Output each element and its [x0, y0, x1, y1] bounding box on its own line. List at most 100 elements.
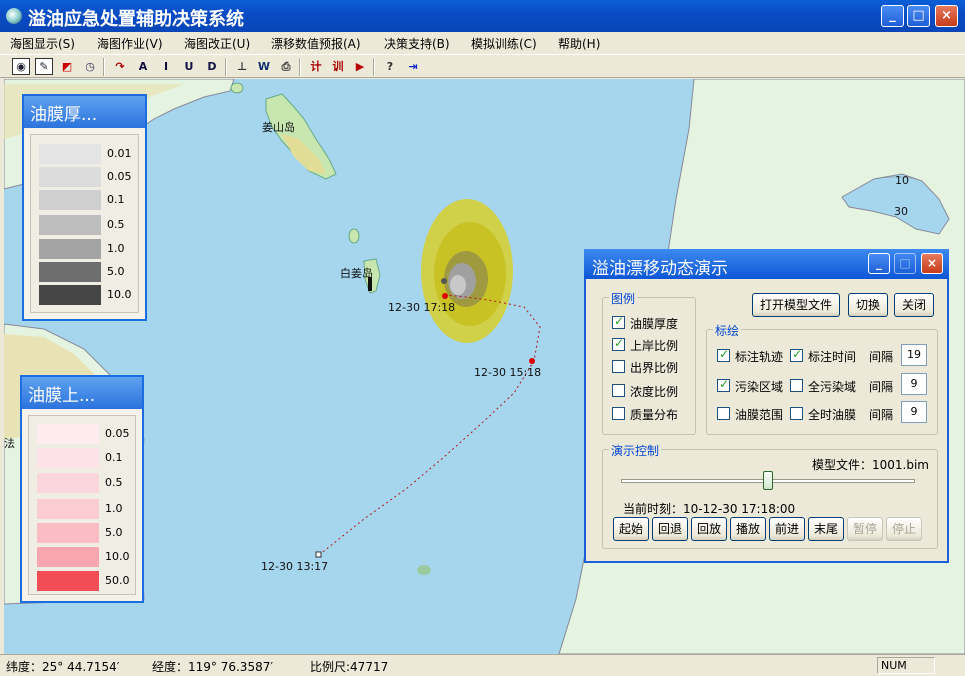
checkbox-box[interactable]: [612, 384, 625, 397]
drift-demo-dialog[interactable]: 溢油漂移动态演示 _ □ × 图例 油膜厚度 上岸比例 出界比例 浓度比例 质量…: [584, 249, 949, 563]
checkbox-box[interactable]: [612, 407, 625, 420]
stamp-icon[interactable]: ⊥: [232, 57, 252, 76]
forward-button[interactable]: 前进: [769, 517, 805, 541]
play-button[interactable]: 播放: [730, 517, 766, 541]
legend-value: 10.0: [107, 288, 132, 301]
legend-shore-body: 0.05 0.1 0.5 1.0 5.0 10.0 50.0: [28, 415, 136, 595]
legend-swatch: [39, 285, 101, 305]
start-button[interactable]: 起始: [613, 517, 649, 541]
checkbox-box[interactable]: [790, 379, 803, 392]
depth-10-label: 10: [895, 174, 909, 187]
legend-swatch: [39, 144, 101, 164]
interval-label: 间隔: [869, 408, 894, 422]
menu-drift-forecast[interactable]: 漂移数值预报(A): [271, 35, 361, 52]
tool-u-icon[interactable]: U: [179, 57, 199, 76]
chart-edit-icon[interactable]: ✎: [35, 58, 53, 75]
legend-swatch: [37, 473, 99, 493]
checkbox-label: 油膜厚度: [630, 317, 679, 331]
num-lock-indicator: NUM: [877, 657, 935, 674]
checkbox-label: 质量分布: [630, 408, 679, 422]
legend-value: 0.05: [105, 427, 130, 440]
toolbar-separator: [373, 58, 375, 76]
checkbox-box[interactable]: [790, 407, 803, 420]
maximize-button[interactable]: □: [907, 5, 930, 27]
legend-value: 1.0: [105, 502, 123, 515]
interval-input-2[interactable]: 9: [901, 373, 927, 395]
legend-swatch: [39, 215, 101, 235]
drift-trajectory: [318, 294, 541, 556]
legend-thickness-body: 0.01 0.05 0.1 0.5 1.0 5.0 10.0: [30, 134, 139, 313]
exit-icon[interactable]: ⇥: [403, 57, 423, 76]
close-button[interactable]: ×: [935, 5, 958, 27]
checkbox-box[interactable]: [612, 360, 625, 373]
play-icon[interactable]: ▶: [350, 57, 370, 76]
scale-readout: 比例尺:47717: [310, 660, 389, 674]
edge-label: 法: [4, 437, 15, 450]
dialog-minimize-button[interactable]: _: [868, 253, 890, 274]
menu-simulation-training[interactable]: 模拟训练(C): [471, 35, 537, 52]
checkbox-box[interactable]: [717, 407, 730, 420]
legend-swatch: [39, 239, 101, 259]
legend-shore[interactable]: 油膜上... 0.05 0.1 0.5 1.0 5.0 10.0 50.0: [20, 375, 144, 603]
app-icon[interactable]: [6, 8, 22, 24]
checkbox-label: 标注时间: [808, 350, 857, 364]
open-model-file-button[interactable]: 打开模型文件: [752, 293, 840, 317]
dialog-maximize-button[interactable]: □: [894, 253, 916, 274]
checkbox-box[interactable]: [790, 347, 803, 362]
jiangshan-island: [265, 93, 337, 180]
dialog-close-text-button[interactable]: 关闭: [894, 293, 934, 317]
menu-help[interactable]: 帮助(H): [558, 35, 600, 52]
chart-red-icon[interactable]: ◩: [57, 57, 77, 76]
toolbar-separator: [299, 58, 301, 76]
legend-swatch: [37, 448, 99, 468]
legend-value: 0.5: [105, 476, 123, 489]
dialog-close-button[interactable]: ×: [921, 253, 943, 274]
printer-icon[interactable]: ⎙: [276, 57, 296, 76]
trajectory-start: [315, 551, 322, 558]
tool-i-icon[interactable]: I: [156, 57, 176, 76]
arc-tool-icon[interactable]: ↷: [110, 57, 130, 76]
checkbox-box[interactable]: [612, 314, 625, 329]
stop-button[interactable]: 停止: [886, 517, 922, 541]
tool-a-icon[interactable]: A: [133, 57, 153, 76]
interval-input-3[interactable]: 9: [901, 401, 927, 423]
menu-chart-display[interactable]: 海图显示(S): [10, 35, 75, 52]
clock-icon[interactable]: ◷: [80, 57, 100, 76]
menu-chart-correct[interactable]: 海图改正(U): [184, 35, 250, 52]
legend-thickness-title[interactable]: 油膜厚...: [24, 96, 145, 128]
switch-button[interactable]: 切换: [848, 293, 888, 317]
checkbox-label: 浓度比例: [630, 385, 679, 399]
checkbox-box[interactable]: [717, 347, 730, 362]
legend-swatch: [37, 523, 99, 543]
checkbox-label: 上岸比例: [630, 339, 679, 353]
replay-button[interactable]: 回放: [691, 517, 727, 541]
model-file-label: 模型文件：1001.bim: [812, 458, 929, 472]
checkbox-box[interactable]: [612, 336, 625, 351]
legend-value: 5.0: [107, 265, 125, 278]
legend-value: 10.0: [105, 550, 130, 563]
train-button[interactable]: 训: [328, 57, 348, 76]
progress-slider-thumb[interactable]: [763, 471, 773, 490]
word-export-icon[interactable]: W: [254, 57, 274, 76]
checkbox-label: 标注轨迹: [735, 350, 784, 364]
menu-chart-work[interactable]: 海图作业(V): [97, 35, 163, 52]
pause-button[interactable]: 暂停: [847, 517, 883, 541]
checkbox-box[interactable]: [717, 377, 730, 392]
legend-thickness[interactable]: 油膜厚... 0.01 0.05 0.1 0.5 1.0 5.0 10.0: [22, 94, 147, 321]
calc-button[interactable]: 计: [306, 57, 326, 76]
minimize-button[interactable]: _: [881, 5, 904, 27]
title-bar[interactable]: 溢油应急处置辅助决策系统 _ □ ×: [0, 0, 965, 32]
time-label-1518: 12-30 15:18: [474, 366, 542, 379]
end-button[interactable]: 末尾: [808, 517, 844, 541]
target-icon[interactable]: ◉: [12, 58, 30, 75]
legend-group: 图例 油膜厚度 上岸比例 出界比例 浓度比例 质量分布: [602, 290, 696, 435]
longitude-readout: 经度：119° 76.3587′: [152, 660, 274, 674]
legend-shore-title[interactable]: 油膜上...: [22, 377, 142, 409]
back-button[interactable]: 回退: [652, 517, 688, 541]
help-icon[interactable]: ?: [380, 57, 400, 76]
dialog-title-bar[interactable]: 溢油漂移动态演示 _ □ ×: [584, 249, 949, 279]
baijiang-label: 白姜岛: [340, 267, 373, 280]
menu-decision-support[interactable]: 决策支持(B): [384, 35, 450, 52]
interval-input-1[interactable]: 19: [901, 344, 927, 366]
tool-d-icon[interactable]: D: [202, 57, 222, 76]
